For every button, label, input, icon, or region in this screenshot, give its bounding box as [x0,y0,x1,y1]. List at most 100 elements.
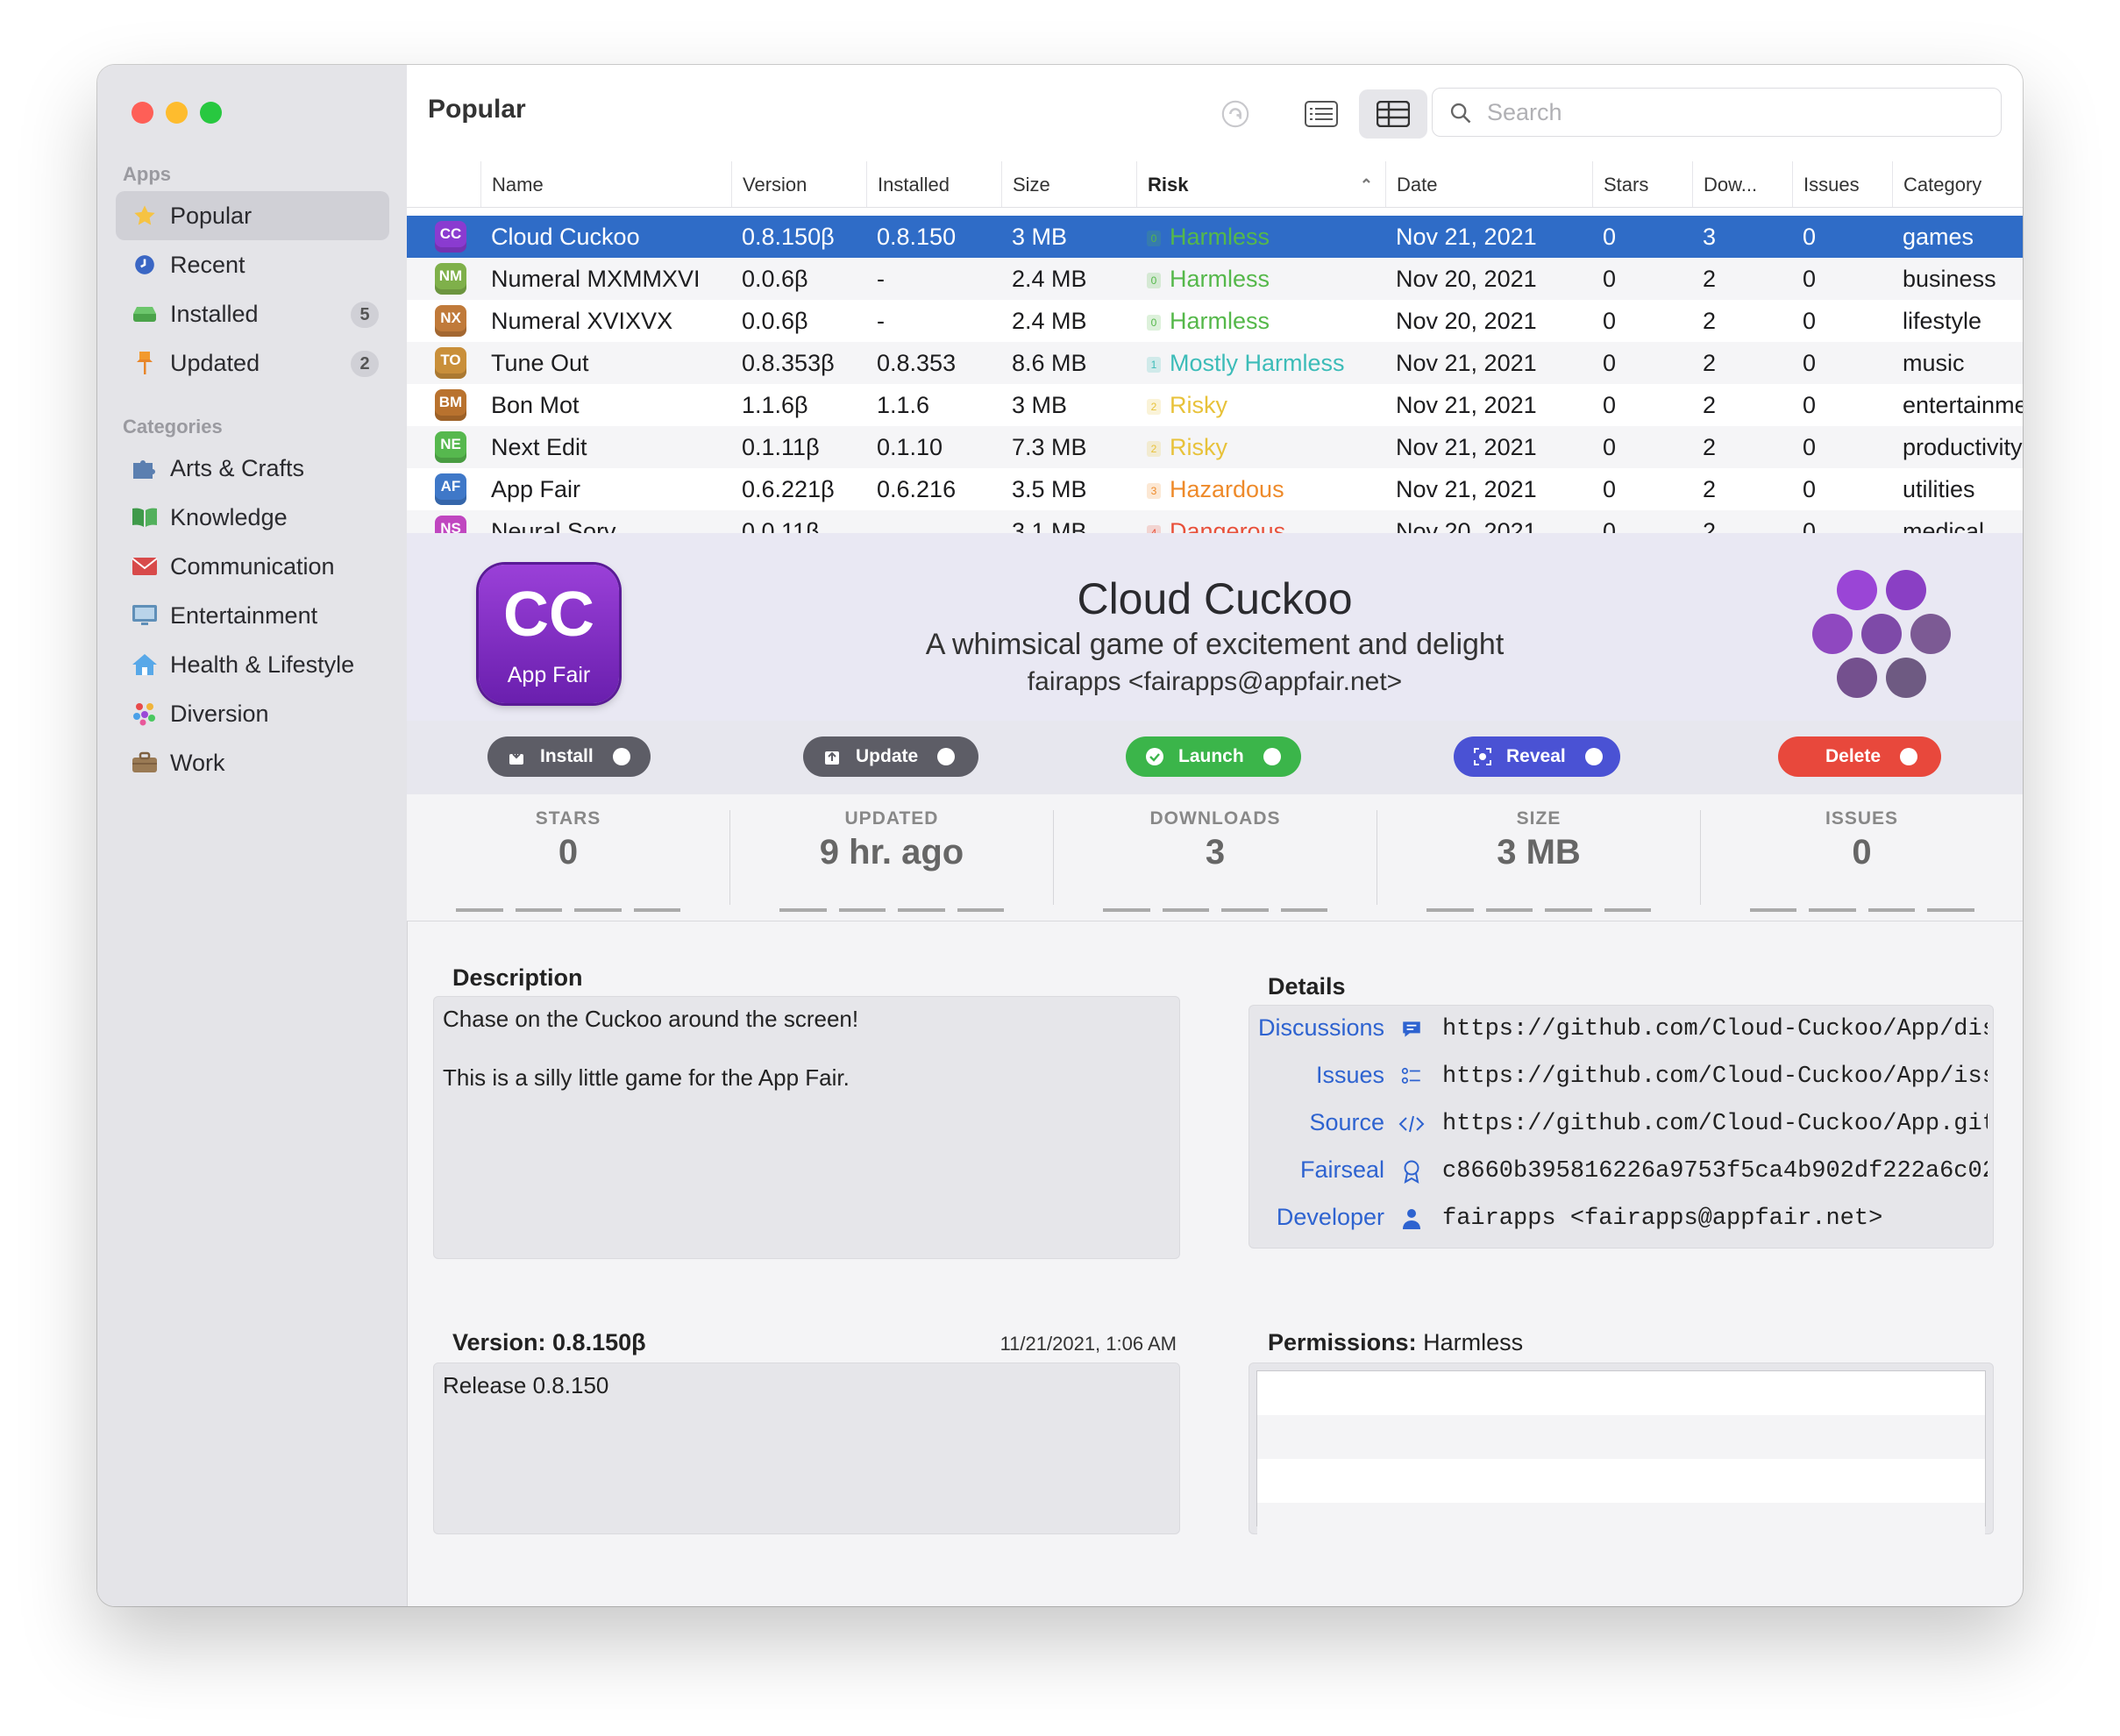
cell-issues: 0 [1803,434,1817,460]
cell-installed: 0.8.353 [877,350,957,376]
stat-updated: UPDATED 9 hr. ago [730,794,1053,921]
app-developer: fairapps <fairapps@appfair.net> [1027,667,1403,696]
table-row[interactable]: CC Cloud Cuckoo 0.8.150β 0.8.150 3 MB 0 Harmle… [407,216,2023,258]
sidebar-item-label: Health & Lifestyle [170,651,355,678]
reveal-label: Reveal [1506,746,1566,766]
minimize-window-button[interactable] [166,102,188,124]
delete-button[interactable]: Delete [1778,736,1941,777]
sidebar-categories-list: Arts & Crafts Knowledge Communication En… [116,444,389,787]
app-row-icon: NX [435,305,466,337]
table-view-button[interactable] [1359,89,1427,139]
developer-link[interactable]: Developer [1277,1204,1384,1231]
column-header-date[interactable]: Date [1385,161,1592,207]
cell-category: games [1903,224,1974,250]
cell-category: lifestyle [1903,308,1982,334]
source-url[interactable]: https://github.com/Cloud-Cuckoo/App.git [1442,1111,1988,1137]
updated-count-badge: 2 [351,351,379,377]
sidebar-item-knowledge[interactable]: Knowledge [116,493,389,542]
cell-installed: 1.1.6 [877,392,930,418]
cell-downloads: 2 [1703,476,1717,502]
cell-issues: 0 [1803,224,1817,250]
cell-version: 0.0.6β [742,266,808,292]
column-header-size[interactable]: Size [1001,161,1136,207]
column-header-version[interactable]: Version [731,161,866,207]
column-header-installed[interactable]: Installed [866,161,1001,207]
app-row-icon: NS [435,516,466,533]
sidebar-item-entertainment[interactable]: Entertainment [116,591,389,640]
discussions-link[interactable]: Discussions [1258,1014,1384,1042]
launch-button[interactable]: Launch [1126,736,1301,777]
sidebar-item-arts-crafts[interactable]: Arts & Crafts [116,444,389,493]
risk-level-badge: 0 [1147,315,1161,331]
cell-installed: - [877,308,885,334]
app-row-icon: BM [435,389,466,421]
sidebar-item-health-lifestyle[interactable]: Health & Lifestyle [116,640,389,689]
install-button[interactable]: Install [487,736,651,777]
main-content: Popular Name Version Installed Size [407,65,2023,1606]
star-icon [128,203,161,228]
issues-link[interactable]: Issues [1316,1062,1384,1089]
cell-installed: 0.8.150 [877,224,957,250]
risk-label: Harmless [1170,224,1270,250]
cell-stars: 0 [1603,476,1617,502]
refresh-icon [1221,100,1249,128]
sidebar-item-diversion[interactable]: Diversion [116,689,389,738]
sidebar-item-updated[interactable]: Updated 2 [116,338,389,388]
install-label: Install [540,746,594,766]
cell-installed: 0.1.10 [877,434,943,460]
table-row[interactable]: AF App Fair 0.6.221β 0.6.216 3.5 MB 3 Hazardou… [407,468,2023,510]
table-header: Name Version Installed Size Risk ⌃ Date … [407,161,2023,208]
table-row[interactable]: NE Next Edit 0.1.11β 0.1.10 7.3 MB 2 Risky Nov … [407,426,2023,468]
cell-stars: 0 [1603,518,1617,534]
column-header-stars[interactable]: Stars [1592,161,1692,207]
table-row[interactable]: TO Tune Out 0.8.353β 0.8.353 8.6 MB 1 Mostly H… [407,342,2023,384]
search-input[interactable] [1485,96,1980,129]
update-button[interactable]: Update [803,736,978,777]
fairseal-hash: c8660b395816226a9753f5ca4b902df222a6c02 [1442,1158,1988,1185]
table-row[interactable]: BM Bon Mot 1.1.6β 1.1.6 3 MB 2 Risky Nov 21, 20… [407,384,2023,426]
sidebar-item-work[interactable]: Work [116,738,389,787]
cell-version: 0.8.353β [742,350,835,376]
column-header-name[interactable]: Name [480,161,731,207]
cell-date: Nov 21, 2021 [1396,392,1537,418]
sidebar-item-communication[interactable]: Communication [116,542,389,591]
chat-bubble-icon [1398,1016,1425,1042]
reveal-button[interactable]: Reveal [1454,736,1620,777]
sidebar-item-installed[interactable]: Installed 5 [116,289,389,338]
column-header-downloads[interactable]: Dow... [1692,161,1792,207]
search-field[interactable] [1432,88,2002,137]
sidebar-item-label: Recent [170,251,245,278]
description-line: Chase on the Cuckoo around the screen! [443,1006,859,1032]
zoom-window-button[interactable] [200,102,222,124]
developer-email[interactable]: fairapps <fairapps@appfair.net> [1442,1206,1988,1232]
app-row-icon: NE [435,431,466,463]
table-row[interactable]: NM Numeral MXMMXVI 0.0.6β - 2.4 MB 0 Harmless N… [407,258,2023,300]
issues-url[interactable]: https://github.com/Cloud-Cuckoo/App/issu… [1442,1064,1988,1090]
fairseal-link[interactable]: Fairseal [1300,1156,1384,1184]
column-header-risk[interactable]: Risk ⌃ [1136,161,1385,207]
cell-risk: 3 Hazardous [1147,468,1392,510]
column-header-category[interactable]: Category [1892,161,2023,207]
cell-installed: - [877,266,885,292]
cell-category: music [1903,350,1965,376]
cell-size: 8.6 MB [1012,350,1087,376]
column-header-issues[interactable]: Issues [1792,161,1892,207]
sidebar-item-popular[interactable]: Popular [116,191,389,240]
cell-downloads: 3 [1703,224,1717,250]
cell-stars: 0 [1603,392,1617,418]
refresh-button[interactable] [1201,89,1270,139]
app-header: CC App Fair Cloud Cuckoo A whimsical gam… [407,533,2023,722]
close-window-button[interactable] [132,102,153,124]
discussions-url[interactable]: https://github.com/Cloud-Cuckoo/App/disc… [1442,1016,1988,1042]
table-row[interactable]: NS Neural Sorv 0.0.11β 3.1 MB 4 Dangerous Nov … [407,510,2023,534]
sidebar-item-recent[interactable]: Recent [116,240,389,289]
cell-issues: 0 [1803,266,1817,292]
cell-name: Tune Out [491,350,589,376]
list-view-button[interactable] [1287,89,1355,139]
app-icon-caption: App Fair [507,663,591,687]
cell-risk: 0 Harmless [1147,216,1392,258]
cell-size: 3.1 MB [1012,518,1087,534]
source-link[interactable]: Source [1309,1109,1384,1136]
table-row[interactable]: NX Numeral XVIXVX 0.0.6β - 2.4 MB 0 Harmless No… [407,300,2023,342]
code-icon [1398,1111,1425,1137]
